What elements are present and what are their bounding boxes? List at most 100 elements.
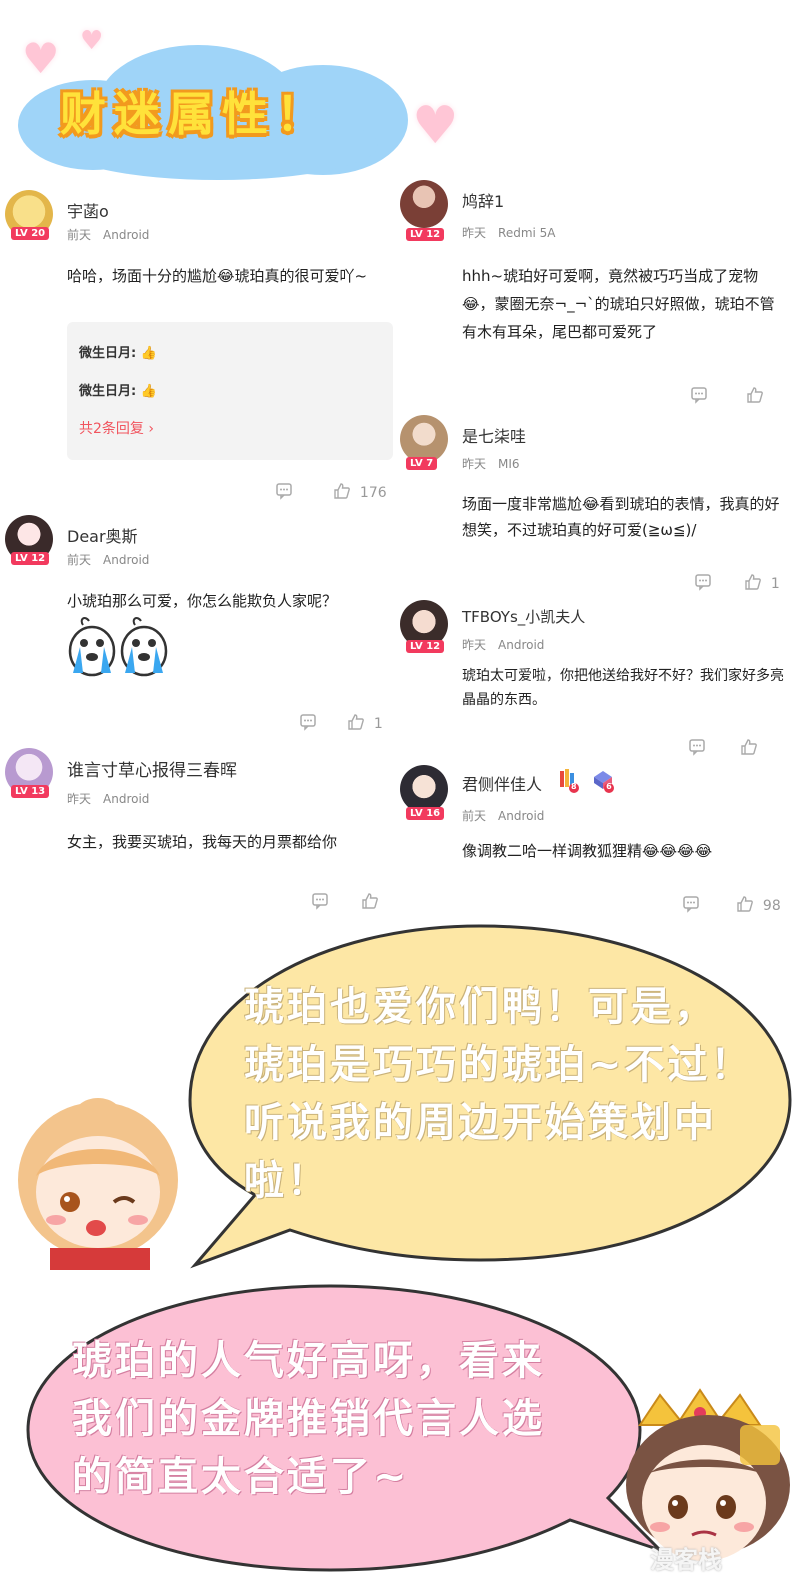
bubble-line: 听说我的周边开始策划中 — [244, 1100, 717, 1146]
comment-text: 哈哈，场面十分的尴尬😂琥珀真的很可爱吖~ — [67, 267, 368, 285]
bubble-line: 琥珀的人气好高呀，看来 — [72, 1338, 545, 1384]
username[interactable]: Dear奥斯 — [67, 523, 138, 547]
level-badge: LV 12 — [406, 228, 445, 241]
bubble-line: 的简直太合适了~ — [72, 1454, 410, 1500]
like-count: 98 — [762, 898, 781, 914]
comment-time: 前天 — [67, 553, 92, 567]
comment-time: 前天 — [67, 228, 92, 242]
comment: LV 12 鸠辞1 昨天 Redmi 5A hhh~琥珀好可爱啊，竟然被巧巧当成了… — [400, 180, 790, 410]
level-badge: LV 20 — [11, 227, 50, 240]
bubble-line: 琥珀是巧巧的琥珀~不过！ — [244, 1042, 754, 1088]
comment-time: 昨天 — [462, 457, 487, 471]
comment-time: 昨天 — [462, 226, 487, 240]
level-badge: LV 16 — [406, 807, 445, 820]
like-icon[interactable] — [736, 895, 754, 917]
reply-line: 微生日月: 👍 — [79, 380, 157, 399]
comment-time: 昨天 — [462, 638, 487, 652]
comment-meta: 昨天 Android — [462, 636, 544, 653]
thumbs-up-icon: 👍 — [140, 384, 157, 399]
comment-text: 像调教二哈一样调教狐狸精😂😂😂😂 — [462, 842, 713, 860]
like-icon[interactable] — [746, 386, 764, 408]
username[interactable]: TFBOYs_小凯夫人 — [462, 606, 585, 627]
level-badge: LV 12 — [406, 640, 445, 653]
bookshelf-badge-icon: 8 — [558, 767, 580, 793]
avatar[interactable] — [400, 415, 448, 463]
comment-icon[interactable] — [682, 895, 700, 917]
comment-text: 女主，我要买琥珀，我每天的月票都给你 — [67, 833, 338, 851]
badge-count: 8 — [571, 782, 577, 791]
comment-device: MI6 — [498, 457, 520, 471]
chibi-girl-illustration — [10, 1080, 190, 1270]
like-icon[interactable] — [740, 738, 758, 760]
avatar[interactable] — [400, 180, 448, 228]
comment-meta: 昨天 Redmi 5A — [462, 224, 556, 241]
bubble-line: 琥珀也爱你们鸭！可是， — [244, 984, 717, 1030]
pink-bubble-text: 琥珀的人气好高呀，看来 我们的金牌推销代言人选 的简直太合适了~ — [72, 1332, 612, 1506]
username[interactable]: 鸠辞1 — [462, 188, 504, 212]
view-replies-label: 共2条回复 — [79, 421, 144, 437]
badge-group: 8 6 — [552, 767, 615, 793]
like-count: 176 — [359, 485, 387, 501]
avatar[interactable] — [400, 765, 448, 813]
reply-line: 微生日月: 👍 — [79, 342, 157, 361]
level-badge: LV 12 — [11, 552, 50, 565]
watermark-logo: 漫客栈 — [650, 1546, 722, 1574]
comment-icon[interactable] — [311, 892, 329, 914]
comment-text: 小琥珀那么可爱，你怎么能欺负人家呢？ — [67, 592, 338, 610]
gift-badge-icon: 6 — [591, 767, 615, 793]
bubble-line: 啦！ — [244, 1158, 330, 1204]
reply-author: 微生日月: — [79, 384, 137, 399]
comment: LV 7 是七柒哇 昨天 MI6 场面一度非常尴尬😂看到琥珀的表情，我真的好想笑，… — [400, 415, 790, 595]
comment-actions — [688, 738, 758, 758]
like-count: 1 — [373, 716, 383, 732]
comment-actions — [690, 386, 764, 406]
comment-device: Android — [498, 809, 545, 823]
comment-actions: 1 — [299, 713, 383, 733]
comment-icon[interactable] — [275, 482, 293, 504]
level-badge: LV 13 — [11, 785, 50, 798]
comment-meta: 前天 Android — [67, 551, 149, 568]
like-icon[interactable] — [347, 713, 365, 735]
comment-actions: 1 — [694, 573, 780, 593]
badge-count: 6 — [606, 782, 612, 791]
comment-device: Redmi 5A — [498, 226, 556, 240]
comment: LV 13 谁言寸草心报得三春晖 昨天 Android 女主，我要买琥珀，我每天的… — [5, 748, 395, 918]
comment-meta: 前天 Android — [462, 807, 544, 824]
view-replies-link[interactable]: 共2条回复 › — [79, 418, 154, 438]
level-badge: LV 7 — [406, 457, 438, 470]
username[interactable]: 是七柒哇 — [462, 423, 526, 447]
comment-meta: 昨天 MI6 — [462, 455, 520, 472]
comment-device: Android — [498, 638, 545, 652]
reply-author: 微生日月: — [79, 346, 137, 361]
comment-device: Android — [103, 553, 150, 567]
comment-actions: 176 — [275, 482, 387, 502]
comment-text: 琥珀太可爱啦，你把他送给我好不好？我们家好多亮晶晶的东西。 — [462, 668, 784, 708]
comment-device: Android — [103, 228, 150, 242]
comment-meta: 前天 Android — [67, 226, 149, 243]
comment-icon[interactable] — [299, 713, 317, 735]
heart-icon: ♥ — [80, 26, 104, 56]
reply-box[interactable]: 微生日月: 👍 微生日月: 👍 共2条回复 › — [67, 322, 393, 460]
comment-time: 前天 — [462, 809, 487, 823]
comment: LV 20 宇菡o 前天 Android 哈哈，场面十分的尴尬😂琥珀真的很可爱吖~… — [5, 190, 395, 510]
heart-icon: ♥ — [22, 34, 60, 83]
yellow-bubble-text: 琥珀也爱你们鸭！可是， 琥珀是巧巧的琥珀~不过！ 听说我的周边开始策划中 啦！ — [244, 978, 784, 1210]
thumbs-up-icon: 👍 — [140, 346, 157, 361]
comment-actions: 98 — [682, 895, 781, 915]
username[interactable]: 宇菡o — [67, 198, 109, 222]
banner-title: 财迷属性！ — [60, 87, 330, 141]
like-icon[interactable] — [361, 892, 379, 914]
comment: LV 16 君侧伴佳人 8 6 前天 Android 像调教二哈一样调教狐狸精😂😂… — [400, 765, 790, 925]
comment: LV 12 TFBOYs_小凯夫人 昨天 Android 琥珀太可爱啦，你把他送给… — [400, 600, 790, 760]
comment-text: 场面一度非常尴尬😂看到琥珀的表情，我真的好想笑，不过琥珀真的好可爱(≧ω≦)/ — [462, 495, 780, 539]
comment-icon[interactable] — [690, 386, 708, 408]
like-count: 1 — [770, 576, 780, 592]
username[interactable]: 君侧伴佳人 — [462, 771, 542, 795]
username[interactable]: 谁言寸草心报得三春晖 — [67, 756, 237, 781]
bubble-line: 我们的金牌推销代言人选 — [72, 1396, 545, 1442]
like-icon[interactable] — [744, 573, 762, 595]
comment-icon[interactable] — [688, 738, 706, 760]
comment-icon[interactable] — [694, 573, 712, 595]
comment-time: 昨天 — [67, 792, 92, 806]
like-icon[interactable] — [333, 482, 351, 504]
